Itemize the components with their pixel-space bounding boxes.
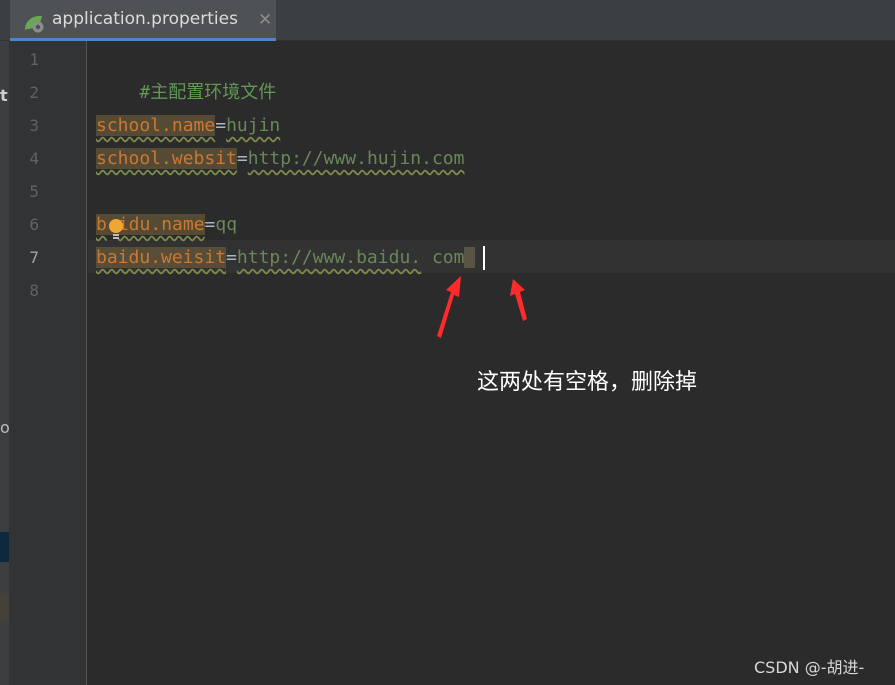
property-value-part: http://www.baidu.	[236, 247, 422, 268]
equals-sign: =	[204, 214, 216, 235]
equals-sign: =	[215, 115, 227, 136]
line-number-active: 7	[29, 248, 39, 267]
property-key: school.name	[96, 115, 216, 136]
property-value: hujin	[226, 115, 281, 136]
code-editor[interactable]: #主配置环境文件 school.name=hujin school.websit…	[88, 41, 895, 685]
property-value-part: com	[431, 247, 465, 268]
text-cursor	[483, 246, 486, 270]
property-value: http://www.hujin.com	[247, 148, 465, 169]
tab-application-properties[interactable]: application.properties ✕	[10, 0, 276, 41]
watermark: CSDN @-胡进-	[754, 658, 865, 677]
line-number-gutter[interactable]: 1 2 3 4 5 6 7 8	[9, 41, 87, 685]
project-panel-fragment: o	[0, 418, 9, 437]
annotation-text: 这两处有空格，删除掉	[477, 370, 698, 395]
line-number: 3	[29, 116, 39, 135]
code-line-3: school.name=hujin	[96, 109, 280, 142]
stray-space	[464, 247, 476, 268]
line-number: 5	[29, 182, 39, 201]
code-line-1: #主配置环境文件	[96, 43, 276, 103]
property-key: school.websit	[96, 148, 237, 169]
lightbulb-icon[interactable]	[108, 218, 124, 242]
line-number: 8	[29, 281, 39, 300]
equals-sign: =	[236, 148, 248, 169]
property-key: baidu.weisit	[96, 247, 227, 268]
line-number: 1	[29, 50, 39, 69]
close-icon[interactable]: ✕	[258, 10, 272, 30]
property-key-start: b	[96, 214, 107, 235]
spring-leaf-icon	[25, 15, 44, 33]
tab-title: application.properties	[52, 9, 238, 29]
project-panel-strip[interactable]: t o	[0, 41, 9, 685]
code-line-7: baidu.weisit=http://www.baidu. com	[96, 241, 486, 274]
project-panel-fragment: t	[0, 86, 8, 105]
comment: #主配置环境文件	[139, 82, 277, 103]
code-line-4: school.websit=http://www.hujin.com	[96, 142, 464, 175]
property-value: qq	[215, 214, 238, 235]
line-number: 4	[29, 149, 39, 168]
line-number: 2	[29, 83, 39, 102]
project-tree-selection[interactable]	[0, 532, 9, 562]
project-tree-highlight[interactable]	[0, 593, 9, 621]
equals-sign: =	[226, 247, 237, 268]
line-number: 6	[29, 215, 39, 234]
tab-bar: application.properties ✕	[0, 0, 895, 41]
stray-space	[421, 247, 432, 268]
